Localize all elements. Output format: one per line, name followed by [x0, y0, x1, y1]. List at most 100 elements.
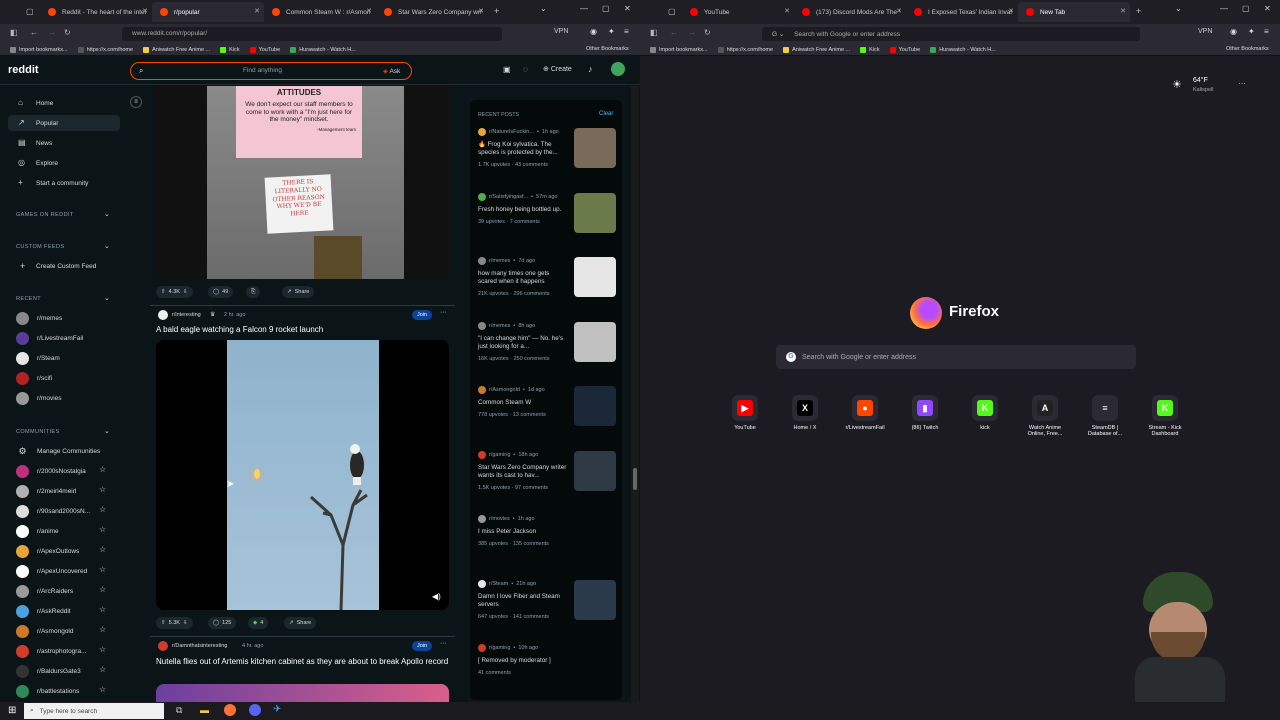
bookmark-item[interactable]: Hurawatch - Watch H...	[290, 46, 356, 53]
community-item[interactable]: r/BaldursGate3	[16, 662, 81, 680]
recent-post[interactable]: r/Satisfyingasf... • 57m ago Fresh honey be…	[478, 192, 618, 233]
upvote-icon[interactable]: ⇧	[161, 289, 166, 295]
star-icon[interactable]: ☆	[99, 645, 106, 654]
maximize-icon[interactable]: ▢	[1242, 4, 1250, 13]
star-icon[interactable]: ☆	[99, 625, 106, 634]
tab-list-icon[interactable]: ▢	[26, 7, 34, 16]
firefox-search-input[interactable]: G Search with Google or enter address	[776, 345, 1136, 369]
sidebar-item-home[interactable]: ⌂ Home	[8, 95, 120, 111]
recent-post[interactable]: r/memes • 8h ago "I can change him" — No. h…	[478, 321, 618, 362]
minimize-icon[interactable]: —	[580, 4, 588, 13]
extension-icon[interactable]: ◉	[590, 27, 597, 36]
reload-icon[interactable]: ↻	[704, 28, 711, 37]
close-tab-icon[interactable]: ✕	[1008, 7, 1014, 15]
search-input[interactable]: ⌕ Find anything ◈ Ask	[130, 62, 412, 80]
reddit-logo[interactable]: reddit	[8, 64, 39, 76]
volume-icon[interactable]: ◀)	[432, 592, 441, 601]
star-icon[interactable]: ☆	[99, 505, 106, 514]
create-button[interactable]: ⊕ Create	[543, 65, 572, 73]
recent-community[interactable]: r/movies	[16, 389, 62, 407]
share-button[interactable]: ↗ Share	[282, 286, 315, 298]
puzzle-icon[interactable]: ✦	[1248, 27, 1255, 36]
other-bookmarks[interactable]: Other Bookmarks	[1226, 46, 1269, 52]
browser-tab[interactable]: (173) Discord Mods Are The W ✕	[794, 2, 906, 22]
recent-community[interactable]: r/LivestreamFail	[16, 329, 83, 347]
chevron-down-icon[interactable]: ⌄	[540, 4, 547, 13]
comments-button[interactable]: ◯ 125	[208, 617, 237, 629]
close-tab-icon[interactable]: ✕	[254, 7, 260, 15]
subreddit-avatar[interactable]	[158, 641, 168, 651]
page-scrollbar[interactable]	[631, 86, 639, 702]
extension-icon[interactable]: ◉	[1230, 27, 1237, 36]
create-custom-feed-link[interactable]: + Create Custom Feed	[8, 258, 120, 274]
bookmark-item[interactable]: Import bookmarks...	[10, 46, 68, 53]
shortcut-tile[interactable]: X Home / X	[780, 395, 830, 431]
community-item[interactable]: r/2meirl4meirl	[16, 482, 76, 500]
community-item[interactable]: r/AskReddit	[16, 602, 71, 620]
maximize-icon[interactable]: ▢	[602, 4, 610, 13]
close-tab-icon[interactable]: ✕	[896, 7, 902, 15]
recent-header[interactable]: RECENT	[16, 296, 41, 302]
puzzle-icon[interactable]: ✦	[608, 27, 615, 36]
communities-header[interactable]: COMMUNITIES	[16, 429, 60, 435]
app-taskbar-icon[interactable]: ✈	[273, 704, 281, 715]
clear-button[interactable]: Clear	[599, 111, 613, 117]
star-icon[interactable]: ☆	[99, 465, 106, 474]
browser-tab[interactable]: YouTube ✕	[682, 2, 794, 22]
downvote-icon[interactable]: ⇩	[183, 620, 188, 626]
scrollbar-thumb[interactable]	[633, 468, 637, 490]
vpn-indicator[interactable]: VPN	[1198, 28, 1212, 35]
custom-feeds-header[interactable]: CUSTOM FEEDS	[16, 244, 64, 250]
vote-control[interactable]: ⇧ 5.3K ⇩	[156, 617, 193, 629]
join-button[interactable]: Join	[412, 641, 433, 651]
discord-taskbar-icon[interactable]	[249, 704, 261, 716]
close-tab-icon[interactable]: ✕	[142, 7, 148, 15]
community-item[interactable]: r/battlestations	[16, 682, 79, 700]
community-item[interactable]: r/2000sNostalgia	[16, 462, 86, 480]
post-title[interactable]: Nutella flies out of Artemis kitchen cab…	[156, 656, 451, 667]
forward-icon[interactable]: →	[688, 28, 696, 37]
browser-tab[interactable]: Common Steam W : r/Asmong ✕	[264, 2, 376, 22]
downvote-icon[interactable]: ⇩	[183, 289, 188, 295]
close-icon[interactable]: ✕	[624, 4, 631, 13]
sidebar-toggle-icon[interactable]: ◧	[10, 28, 18, 37]
collapse-sidebar-icon[interactable]: ≡	[130, 96, 142, 108]
chevron-down-icon[interactable]: ⌄	[1175, 4, 1182, 13]
other-bookmarks[interactable]: Other Bookmarks	[586, 46, 629, 52]
address-bar[interactable]: www.reddit.com/r/popular/	[122, 27, 502, 41]
bookmark-item[interactable]: YouTube	[889, 46, 920, 53]
bookmark-item[interactable]: Kick	[860, 46, 880, 53]
reload-icon[interactable]: ↻	[64, 28, 71, 37]
bookmark-item[interactable]: Aniwatch Free Anime ...	[143, 46, 210, 53]
join-button[interactable]: Join	[412, 310, 433, 320]
share-button[interactable]: ↗ Share	[284, 617, 317, 629]
community-item[interactable]: r/ApexUncovered	[16, 562, 87, 580]
bookmark-item[interactable]: https://x.com/home	[717, 46, 773, 53]
vote-control[interactable]: ⇧ 4.3K ⇩	[156, 286, 193, 298]
sidebar-item-start-a-community[interactable]: + Start a community	[8, 175, 120, 191]
menu-icon[interactable]: ≡	[1264, 27, 1269, 36]
star-icon[interactable]: ☆	[99, 685, 106, 694]
chevron-down-icon[interactable]: ⌄	[104, 427, 110, 435]
back-icon[interactable]: ←	[670, 28, 678, 37]
shortcut-tile[interactable]: A Watch Anime Online, Free...	[1020, 395, 1070, 437]
post-title[interactable]: A bald eagle watching a Falcon 9 rocket …	[156, 325, 323, 334]
post-video[interactable]: ◀)	[156, 340, 449, 610]
forward-icon[interactable]: →	[48, 28, 56, 37]
close-tab-icon[interactable]: ✕	[366, 7, 372, 15]
new-tab-icon[interactable]: +	[494, 6, 499, 22]
bookmark-item[interactable]: Hurawatch - Watch H...	[930, 46, 996, 53]
more-options-icon[interactable]: ···	[440, 309, 447, 316]
subreddit-avatar[interactable]	[158, 310, 168, 320]
community-item[interactable]: r/anime	[16, 522, 59, 540]
browser-tab[interactable]: r/popular ✕	[152, 2, 264, 22]
manage-communities-link[interactable]: ⚙ Manage Communities	[16, 442, 100, 460]
ask-button[interactable]: ◈ Ask	[383, 67, 400, 75]
shortcut-tile[interactable]: ≡ SteamDB | Database of...	[1080, 395, 1130, 437]
chevron-down-icon[interactable]: ⌄	[104, 210, 110, 218]
firefox-taskbar-icon[interactable]	[224, 704, 236, 716]
sidebar-toggle-icon[interactable]: ◧	[650, 28, 658, 37]
subreddit-name[interactable]: r/Damnthatsinteresting	[172, 643, 227, 649]
star-icon[interactable]: ☆	[99, 585, 106, 594]
star-icon[interactable]: ☆	[99, 525, 106, 534]
